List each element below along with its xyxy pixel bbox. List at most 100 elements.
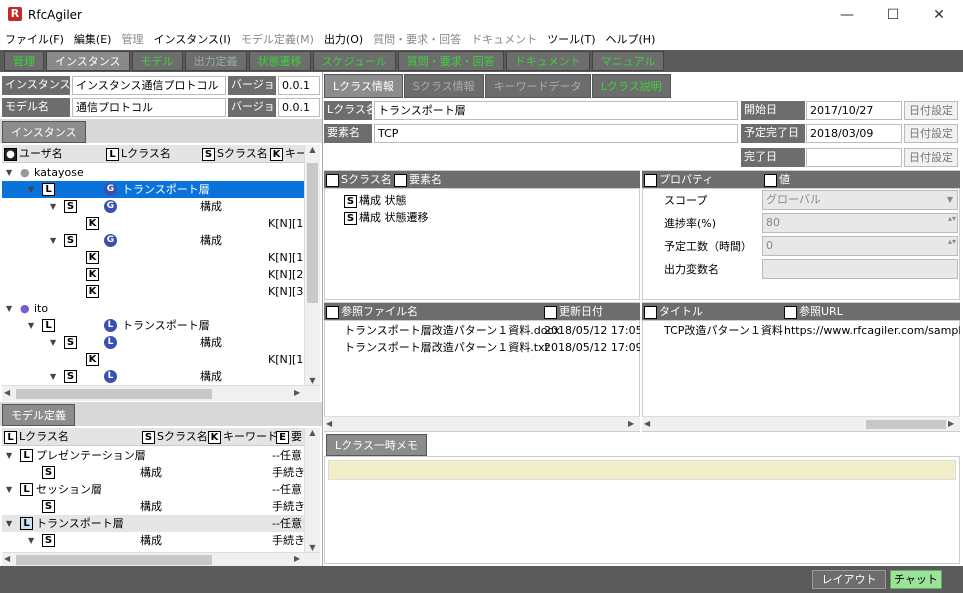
model-tree-row[interactable]: ▼ L セッション層 --任意 bbox=[2, 481, 304, 498]
menu-item-3[interactable]: インスタンス(I) bbox=[148, 30, 235, 50]
scroll-down-icon[interactable]: ▼ bbox=[305, 376, 320, 385]
expand-toggle-icon[interactable]: ▼ bbox=[28, 181, 38, 198]
instance-tree-row[interactable]: K K[N][2] bbox=[2, 266, 304, 283]
dropdown-chevron-icon[interactable]: ▼ bbox=[947, 191, 953, 208]
expand-toggle-icon[interactable]: ▼ bbox=[6, 481, 16, 498]
instance-scrollbar-h[interactable]: ◀ ▶ bbox=[2, 385, 320, 401]
model-tree-row[interactable]: S 構成 手続き bbox=[2, 464, 304, 481]
spinner-icon[interactable]: ▴▾ bbox=[948, 214, 956, 223]
instance-tree-row[interactable]: K K[N][1] bbox=[2, 249, 304, 266]
model-scroll-up-icon[interactable]: ▲ bbox=[305, 428, 320, 437]
instance-tree-row[interactable]: ▼ ● ito bbox=[2, 300, 304, 317]
tab-lclass-memo[interactable]: Lクラス一時メモ bbox=[326, 434, 427, 456]
model-sclass-column-header[interactable]: S Sクラス名 bbox=[142, 428, 208, 445]
tab-right-0[interactable]: Lクラス情報 bbox=[324, 74, 403, 98]
start-date-set-button[interactable]: 日付設定 bbox=[904, 101, 958, 120]
instance-tree-row[interactable]: ▼ L G トランスポート層 bbox=[2, 181, 304, 198]
model-scroll-down-icon[interactable]: ▼ bbox=[305, 543, 320, 552]
element-name-field[interactable]: TCP bbox=[374, 124, 738, 143]
toolbar-button-3[interactable]: 出力定義 bbox=[184, 51, 247, 71]
tab-instance[interactable]: インスタンス bbox=[2, 121, 86, 143]
expand-toggle-icon[interactable]: ▼ bbox=[50, 334, 60, 351]
lclass-column-header[interactable]: L Lクラス名 bbox=[106, 145, 171, 162]
toolbar-button-0[interactable]: 管理 bbox=[4, 51, 44, 71]
chat-button[interactable]: チャット bbox=[890, 570, 942, 589]
property-value-3[interactable] bbox=[762, 259, 958, 279]
done-date-field[interactable] bbox=[806, 148, 902, 167]
instance-tree-row[interactable]: ▼ S L 構成 bbox=[2, 334, 304, 351]
menu-item-8[interactable]: ツール(T) bbox=[542, 30, 600, 50]
expand-toggle-icon[interactable]: ▼ bbox=[6, 164, 16, 181]
scroll-right-icon[interactable]: ▶ bbox=[294, 388, 300, 397]
ref-urls-scroll-right-icon[interactable]: ▶ bbox=[948, 419, 954, 428]
memo-textarea[interactable] bbox=[328, 460, 956, 480]
model-hscroll-thumb[interactable] bbox=[16, 555, 212, 565]
tab-right-2[interactable]: キーワードデータ bbox=[484, 74, 591, 98]
scroll-left-icon[interactable]: ◀ bbox=[4, 388, 10, 397]
tab-model-definition[interactable]: モデル定義 bbox=[2, 404, 75, 426]
element-col-header[interactable]: E 要素名 bbox=[394, 171, 442, 188]
property-col-header[interactable]: P プロパティ bbox=[644, 171, 713, 188]
expand-toggle-icon[interactable]: ▼ bbox=[28, 532, 38, 549]
updated-col-header[interactable]: M 更新日付 bbox=[544, 303, 603, 320]
tab-right-1[interactable]: Sクラス情報 bbox=[403, 74, 484, 98]
expand-toggle-icon[interactable]: ▼ bbox=[50, 232, 60, 249]
model-scrollbar-h[interactable]: ◀ ▶ bbox=[2, 552, 320, 566]
layout-button[interactable]: レイアウト bbox=[812, 570, 886, 589]
title-col-header[interactable]: T タイトル bbox=[644, 303, 703, 320]
planned-date-field[interactable]: 2018/03/09 bbox=[806, 124, 902, 143]
ref-urls-hscroll-thumb[interactable] bbox=[866, 420, 946, 429]
done-date-set-button[interactable]: 日付設定 bbox=[904, 148, 958, 167]
expand-toggle-icon[interactable]: ▼ bbox=[6, 515, 16, 532]
model-scroll-left-icon[interactable]: ◀ bbox=[4, 554, 10, 563]
property-value-1[interactable]: 80 ▴▾ bbox=[762, 213, 958, 233]
close-button[interactable]: ✕ bbox=[916, 0, 962, 30]
ref-file-row[interactable]: トランスポート層改造パターン１資料.txt 2018/05/12 17:09 bbox=[324, 339, 640, 356]
ref-urls-scroll-left-icon[interactable]: ◀ bbox=[644, 419, 650, 428]
ref-files-scroll-left-icon[interactable]: ◀ bbox=[326, 419, 332, 428]
tab-right-3[interactable]: Lクラス説明 bbox=[591, 74, 671, 98]
menu-item-1[interactable]: 編集(E) bbox=[69, 30, 117, 50]
toolbar-button-6[interactable]: 質問・要求・回答 bbox=[397, 51, 504, 71]
sclass-col-header[interactable]: S Sクラス名 bbox=[326, 171, 392, 188]
model-scrollbar-v[interactable]: ▲ ▼ bbox=[304, 428, 320, 552]
menu-item-7[interactable]: ドキュメント bbox=[466, 30, 542, 50]
toolbar-button-7[interactable]: ドキュメント bbox=[505, 51, 590, 71]
expand-toggle-icon[interactable]: ▼ bbox=[28, 317, 38, 334]
model-required-column-header[interactable]: E要 bbox=[276, 428, 302, 445]
ref-file-col-header[interactable]: R 参照ファイル名 bbox=[326, 303, 418, 320]
model-scroll-right-icon[interactable]: ▶ bbox=[294, 554, 300, 563]
ref-urls-scrollbar-h[interactable]: ◀ ▶ bbox=[642, 416, 960, 431]
element-row[interactable]: S 構成 状態遷移 bbox=[344, 209, 429, 226]
ref-files-scrollbar-h[interactable]: ◀ ▶ bbox=[324, 416, 640, 431]
instance-hscroll-thumb[interactable] bbox=[16, 389, 212, 399]
element-row[interactable]: S 構成 状態 bbox=[344, 192, 407, 209]
instance-tree-row[interactable]: ▼ L L トランスポート層 bbox=[2, 317, 304, 334]
expand-toggle-icon[interactable]: ▼ bbox=[6, 300, 16, 317]
menu-item-6[interactable]: 質問・要求・回答 bbox=[368, 30, 466, 50]
instance-tree-row[interactable]: ▼ S L 構成 bbox=[2, 368, 304, 385]
model-tree-row[interactable]: S 構成 手続き bbox=[2, 498, 304, 515]
instance-version-field[interactable]: 0.0.1 bbox=[278, 76, 320, 95]
toolbar-button-1[interactable]: インスタンス bbox=[46, 51, 130, 71]
planned-date-set-button[interactable]: 日付設定 bbox=[904, 124, 958, 143]
instance-tree-row[interactable]: ▼ ● katayose bbox=[2, 164, 304, 181]
property-value-2[interactable]: 0 ▴▾ bbox=[762, 236, 958, 256]
model-lclass-column-header[interactable]: L Lクラス名 bbox=[4, 428, 69, 445]
menu-item-9[interactable]: ヘルプ(H) bbox=[601, 30, 661, 50]
toolbar-button-5[interactable]: スケジュール bbox=[312, 51, 396, 71]
model-tree-row[interactable]: ▼ L トランスポート層 --任意 bbox=[2, 515, 304, 532]
model-version-field[interactable]: 0.0.1 bbox=[278, 98, 320, 117]
maximize-button[interactable]: ☐ bbox=[870, 0, 916, 30]
instance-scrollbar-v[interactable]: ▲ ▼ bbox=[304, 145, 320, 385]
minimize-button[interactable]: — bbox=[824, 0, 870, 30]
model-tree-row[interactable]: ▼ S 構成 手続き bbox=[2, 532, 304, 549]
scroll-up-icon[interactable]: ▲ bbox=[305, 145, 320, 154]
spinner-icon[interactable]: ▴▾ bbox=[948, 237, 956, 246]
menu-item-0[interactable]: ファイル(F) bbox=[0, 30, 69, 50]
expand-toggle-icon[interactable]: ▼ bbox=[50, 368, 60, 385]
toolbar-button-8[interactable]: マニュアル bbox=[591, 51, 665, 71]
expand-toggle-icon[interactable]: ▼ bbox=[6, 447, 16, 464]
instance-tree-row[interactable]: K K[N][1] bbox=[2, 351, 304, 368]
model-name-field[interactable]: 通信プロトコル bbox=[72, 98, 226, 117]
